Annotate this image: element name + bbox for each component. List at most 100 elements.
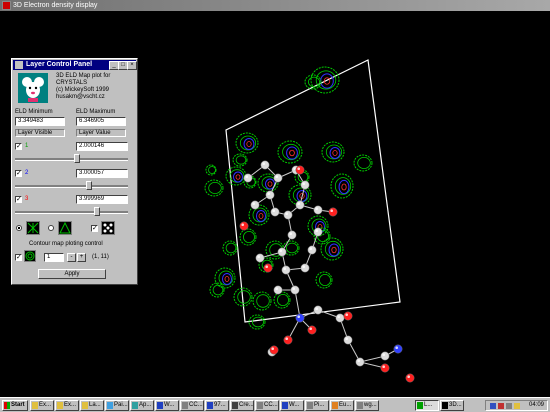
contour-value-field[interactable]: 1 [44, 253, 64, 262]
atom-highlight [297, 202, 301, 205]
density-mesh-inner [252, 207, 268, 223]
layer-3-slider-track[interactable] [15, 211, 128, 214]
atom-highlight [315, 207, 319, 210]
taskbar-app-icon [32, 402, 38, 409]
taskbar-button[interactable]: CC... [180, 400, 204, 411]
taskbar-app-icon [82, 402, 88, 409]
taskbar-button-label: La... [89, 402, 101, 408]
layer-1-number: 1 [25, 143, 29, 149]
apply-button[interactable]: Apply [38, 269, 106, 279]
taskbar-app-icon [417, 402, 423, 409]
eld-minimum-field[interactable]: 3.349483 [15, 117, 65, 126]
density-mesh-inner [276, 293, 289, 306]
tray-app-icon[interactable] [514, 403, 520, 409]
atom-grey [313, 305, 323, 315]
layer-1-slider-thumb[interactable] [74, 154, 80, 163]
taskbar-button-label: W... [289, 402, 300, 408]
atom-highlight [382, 353, 386, 357]
mesh-mode-icon[interactable] [26, 221, 40, 235]
mickeysoft-logo-icon [18, 73, 48, 103]
taskbar-button[interactable]: La... [80, 400, 104, 411]
panel-title-bar[interactable]: Layer Control Panel _ □ × [13, 60, 137, 70]
taskbar-button-label: 3D... [449, 402, 462, 408]
taskbar-button[interactable]: Pai... [105, 400, 129, 411]
atom-highlight [337, 315, 341, 319]
layer-3-slider-thumb[interactable] [94, 207, 100, 216]
atom-grey [300, 263, 310, 273]
layer-2-slider-thumb[interactable] [86, 181, 92, 190]
atom-red [295, 165, 305, 175]
density-red-layer [267, 181, 273, 187]
taskbar-button[interactable]: Cre... [230, 400, 254, 411]
atom-highlight [272, 209, 276, 212]
density-red-layer [258, 213, 264, 219]
start-label: Start [11, 402, 25, 408]
layer-3-value-field[interactable]: 3.999969 [76, 195, 128, 204]
density-blue-layer [320, 73, 334, 89]
layer-1-checkbox[interactable]: ✓ [15, 143, 22, 150]
mode-radio-2[interactable] [48, 225, 54, 231]
taskbar-button[interactable]: Ex... [55, 400, 79, 411]
taskbar-button[interactable]: W... [155, 400, 179, 411]
layer-2-checkbox[interactable]: ✓ [15, 170, 22, 177]
taskbar-button[interactable]: 3D... [440, 400, 464, 411]
density-blue-layer [233, 171, 243, 183]
atom-highlight [302, 265, 306, 269]
close-button[interactable]: × [127, 61, 137, 70]
taskbar-button[interactable]: wg... [355, 400, 379, 411]
contour-increment-button[interactable]: + [77, 253, 86, 262]
mode-radio-1[interactable] [16, 225, 22, 231]
taskbar-button[interactable]: 97... [205, 400, 229, 411]
density-red-layer [289, 149, 295, 157]
layer-1-slider-track[interactable] [15, 158, 128, 161]
antivirus-icon[interactable] [498, 403, 504, 409]
atom-highlight [315, 307, 319, 311]
density-red-layer [331, 246, 337, 254]
taskbar-button[interactable]: L... [415, 400, 439, 411]
atom-red [307, 325, 317, 335]
atom-highlight [285, 212, 289, 215]
taskbar-button[interactable]: W... [280, 400, 304, 411]
taskbar-app-icon [107, 402, 113, 409]
taskbar-button[interactable]: Eu... [330, 400, 354, 411]
eld-maximum-label: ELD Maximum [76, 109, 116, 115]
density-blue-layer [243, 138, 255, 150]
dots-mode-checkbox[interactable]: ✓ [91, 225, 98, 232]
eld-maximum-field[interactable]: 6.346905 [76, 117, 126, 126]
taskbar-button[interactable]: Ap... [130, 400, 154, 411]
atom-red [239, 221, 249, 231]
atom-red [263, 263, 273, 273]
taskbar-button-label: Cre... [239, 402, 254, 408]
atom-highlight [275, 175, 279, 178]
layer-1-value-field[interactable]: 2.000146 [76, 142, 128, 151]
atom-red [328, 207, 338, 217]
taskbar-button[interactable]: CC... [255, 400, 279, 411]
clock[interactable]: 04:09 [529, 401, 544, 410]
atom-highlight [289, 232, 293, 235]
taskbar-button-label: wg... [364, 402, 377, 408]
density-mesh-inner [318, 273, 331, 286]
start-button[interactable]: Start [2, 400, 28, 411]
taskbar-button-label: Pi... [314, 402, 325, 408]
contour-checkbox[interactable]: ✓ [15, 254, 22, 261]
taskbar-button[interactable]: Ex... [30, 400, 54, 411]
density-blue-layer [286, 146, 298, 160]
taskbar-app-icon [132, 402, 138, 409]
dots-mode-icon[interactable] [101, 221, 115, 235]
layer-3-checkbox[interactable]: ✓ [15, 196, 22, 203]
main-title-bar[interactable]: 3D Electron density display [0, 0, 550, 11]
atom-highlight [271, 347, 275, 351]
atom-highlight [292, 287, 296, 291]
taskbar-app-icon [442, 402, 448, 409]
taskbar-button[interactable]: Pi... [305, 400, 329, 411]
layer-2-slider-track[interactable] [15, 185, 128, 188]
atom-highlight [267, 192, 271, 195]
triangle-mode-icon[interactable] [58, 221, 72, 235]
volume-icon[interactable] [506, 403, 512, 409]
atom-highlight [315, 229, 319, 232]
layer-2-value-field[interactable]: 3.000057 [76, 169, 128, 178]
layer-3-number: 3 [25, 196, 29, 202]
atom-grey [260, 160, 270, 170]
network-icon[interactable] [490, 403, 496, 409]
contour-decrement-button[interactable]: - [67, 253, 76, 262]
